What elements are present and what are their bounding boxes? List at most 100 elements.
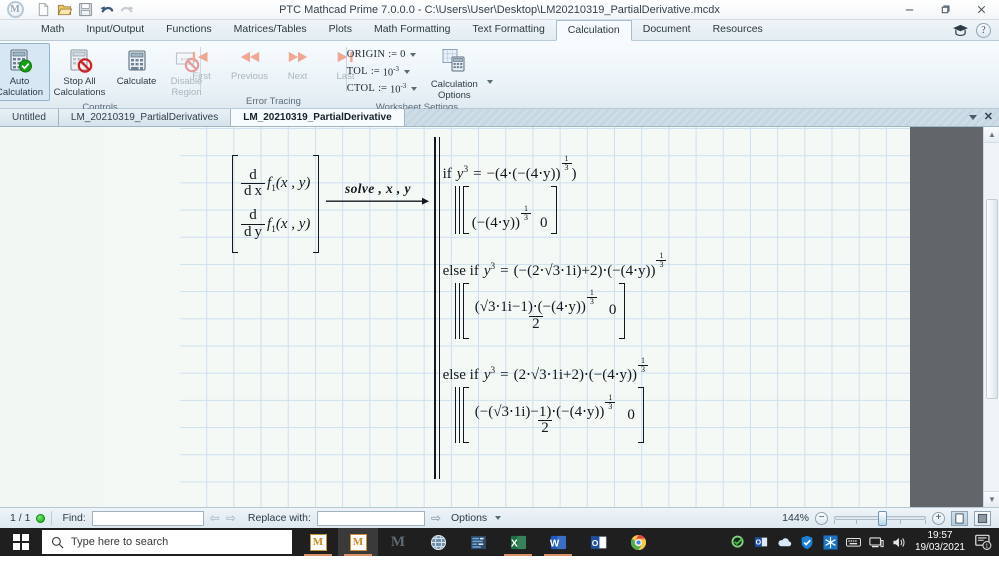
editor-icon	[470, 535, 487, 550]
volume-icon[interactable]	[892, 535, 907, 550]
auto-calculation-button[interactable]: Auto Calculation	[0, 43, 50, 101]
tol-dropdown-icon[interactable]	[404, 70, 410, 74]
save-icon[interactable]	[78, 2, 93, 17]
stop-all-calculations-button[interactable]: Stop All Calculations	[50, 43, 110, 101]
help-button[interactable]: ?	[976, 23, 991, 38]
open-folder-icon[interactable]	[57, 2, 72, 17]
shield-icon[interactable]	[800, 535, 815, 550]
undo-icon[interactable]	[99, 2, 114, 17]
find-label: Find:	[62, 512, 85, 524]
notifications-icon[interactable]: 1	[973, 533, 993, 551]
piecewise-bracket	[434, 137, 442, 479]
error-previous-button[interactable]: Previous	[226, 43, 274, 84]
taskbar-clock[interactable]: 19:57 19/03/2021	[915, 530, 965, 554]
find-options-dropdown-icon[interactable]	[495, 516, 501, 520]
origin-dropdown-icon[interactable]	[410, 53, 416, 57]
onedrive-icon[interactable]	[777, 535, 792, 550]
page-view-button[interactable]	[951, 511, 968, 526]
outlook-tray-icon[interactable]: O	[754, 535, 769, 550]
status-bar: 1 / 1 Find: ⇦ ⇨ Replace with: ⇨ Options …	[0, 507, 999, 528]
ctol-setting[interactable]: CTOL := 10-3	[347, 81, 418, 96]
taskbar-app-browser[interactable]	[418, 528, 458, 556]
calculate-button[interactable]: Calculate	[111, 43, 163, 90]
find-previous-icon[interactable]: ⇦	[210, 512, 220, 524]
ribbon-tab-math[interactable]: Math	[30, 19, 75, 40]
new-document-icon[interactable]	[36, 2, 51, 17]
zoom-out-button[interactable]: −	[815, 512, 828, 525]
ribbon-tab-functions[interactable]: Functions	[155, 19, 223, 40]
vertical-scrollbar[interactable]: ▲ ▼	[983, 127, 999, 507]
network-icon[interactable]	[869, 535, 884, 550]
ribbon-tab-document[interactable]: Document	[632, 19, 702, 40]
branch-body-bracket	[455, 283, 463, 339]
start-button[interactable]	[0, 528, 42, 556]
document-tab-partial-derivative[interactable]: LM_20210319_PartialDerivative	[231, 109, 404, 126]
ctol-dropdown-icon[interactable]	[411, 87, 417, 91]
taskbar-app-mathcad-1[interactable]: M	[298, 528, 338, 556]
one-third-exponent: 1 3	[562, 155, 572, 173]
scrollbar-thumb[interactable]	[986, 199, 998, 399]
restore-button[interactable]	[927, 0, 963, 20]
result-fraction: (√3⋅1i−1)⋅(−(4⋅y)) 1 3 2	[472, 289, 600, 333]
calculate-label: Calculate	[117, 76, 157, 87]
ribbon-tab-calculation[interactable]: Calculation	[556, 20, 632, 41]
d-dy-fraction: d d y	[241, 208, 265, 241]
scroll-down-button[interactable]: ▼	[984, 491, 999, 507]
quick-access-toolbar	[36, 2, 135, 17]
taskbar-app-word[interactable]: W	[538, 528, 578, 556]
ribbon-tab-text-formatting[interactable]: Text Formatting	[461, 19, 555, 40]
worksheet-area[interactable]: d d x f1(x , y) d d y f1(x , y	[0, 127, 999, 507]
replace-next-icon[interactable]: ⇨	[431, 512, 441, 524]
worksheet-settings-values: ORIGIN := 0 TOL := 10-3 CTOL := 10-3	[341, 46, 424, 96]
replace-label: Replace with:	[248, 512, 311, 524]
calculator-icon	[124, 48, 150, 74]
one-third-exponent: 1 3	[587, 289, 597, 307]
ribbon-tab-math-formatting[interactable]: Math Formatting	[363, 19, 461, 40]
svg-text:O: O	[756, 540, 762, 547]
ribbon-tab-plots[interactable]: Plots	[318, 19, 363, 40]
find-input[interactable]	[92, 511, 204, 526]
error-first-button[interactable]: First	[178, 43, 226, 84]
taskbar-app-mathcad-gray[interactable]: M	[378, 528, 418, 556]
ribbon-group-controls: Auto Calculation	[0, 41, 200, 108]
antivirus-icon[interactable]	[731, 535, 746, 550]
mathcad-logo-icon[interactable]: M	[4, 1, 26, 19]
draft-view-button[interactable]	[974, 511, 991, 526]
taskbar-app-editor[interactable]	[458, 528, 498, 556]
find-next-icon[interactable]: ⇨	[226, 512, 236, 524]
find-options-label[interactable]: Options	[451, 512, 487, 524]
replace-input[interactable]	[317, 511, 425, 526]
calculation-options-button[interactable]: Calculation Options	[423, 46, 485, 101]
document-tab-untitled[interactable]: Untitled	[0, 109, 59, 126]
calculator-check-icon	[7, 48, 33, 74]
taskbar-app-excel[interactable]: X	[498, 528, 538, 556]
scroll-up-button[interactable]: ▲	[984, 127, 999, 143]
result-row-vector: (√3⋅1i−1)⋅(−(4⋅y)) 1 3 2 0	[463, 283, 626, 339]
taskbar-app-mathcad-2[interactable]: M	[338, 528, 378, 556]
zoom-slider-thumb[interactable]	[878, 511, 887, 526]
document-tab-partial-derivatives[interactable]: LM_20210319_PartialDerivatives	[59, 109, 231, 126]
taskbar-app-outlook[interactable]: O	[578, 528, 618, 556]
calculation-options-dropdown-icon[interactable]	[487, 80, 493, 84]
keyboard-icon[interactable]	[846, 535, 861, 550]
origin-setting[interactable]: ORIGIN := 0	[347, 47, 418, 62]
status-indicator-dot	[36, 514, 45, 523]
tol-setting[interactable]: TOL := 10-3	[347, 64, 418, 79]
previous-arrow-icon	[238, 49, 262, 65]
minimize-button[interactable]	[891, 0, 927, 20]
close-button[interactable]	[963, 0, 999, 20]
snowflake-icon[interactable]	[823, 535, 838, 550]
zoom-in-button[interactable]: +	[932, 512, 945, 525]
taskbar-search-box[interactable]: Type here to search	[42, 530, 292, 554]
ribbon-tab-input-output[interactable]: Input/Output	[75, 19, 155, 40]
ribbon-tab-resources[interactable]: Resources	[702, 19, 774, 40]
taskbar-app-chrome[interactable]	[618, 528, 658, 556]
ribbon-tab-matrices-tables[interactable]: Matrices/Tables	[223, 19, 318, 40]
math-region[interactable]: d d x f1(x , y) d d y f1(x , y	[232, 137, 852, 479]
tab-list-dropdown-icon[interactable]	[969, 115, 977, 120]
error-next-button[interactable]: Next	[274, 43, 322, 84]
partial-derivative-row: d d x f1(x , y)	[241, 168, 310, 201]
graduation-cap-icon[interactable]	[952, 24, 969, 37]
zoom-slider[interactable]	[834, 511, 926, 525]
close-tab-icon[interactable]: ✕	[984, 112, 993, 123]
